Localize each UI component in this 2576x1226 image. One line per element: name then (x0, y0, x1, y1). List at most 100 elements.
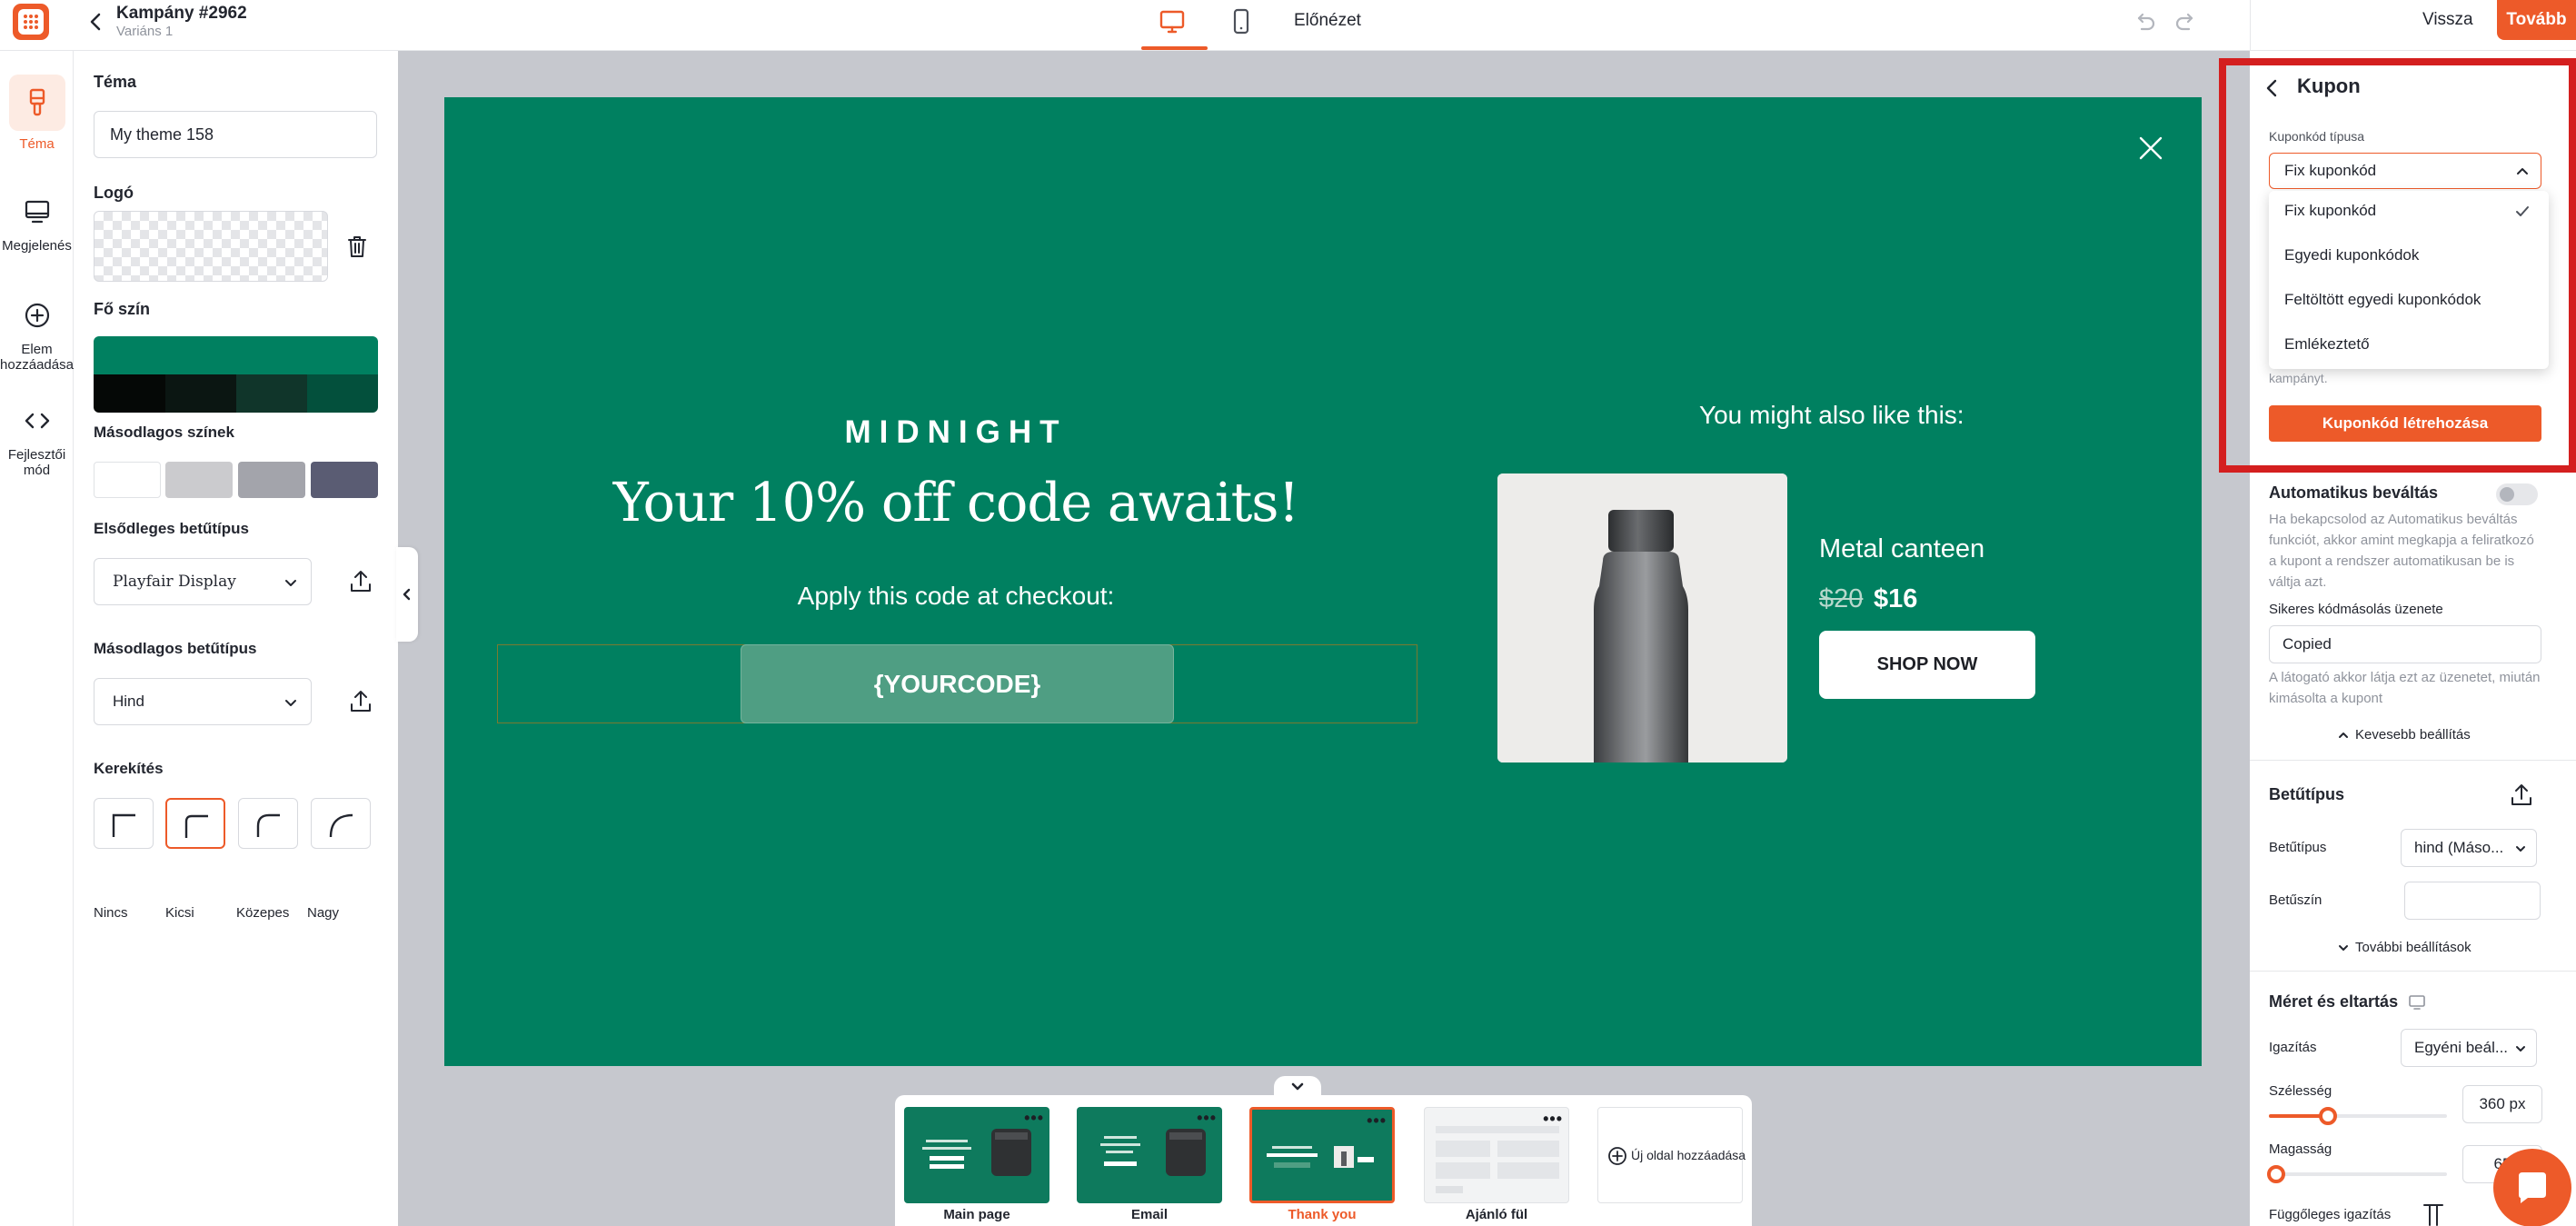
chevron-up-icon (2339, 733, 2348, 739)
page-thumb-main[interactable]: ••• (904, 1107, 1049, 1203)
copy-message-input[interactable]: Copied (2269, 625, 2541, 663)
main-color-shade[interactable] (307, 374, 378, 413)
primary-font-value: Playfair Display (113, 573, 236, 591)
undo-icon[interactable] (2130, 7, 2159, 36)
font-section-title: Betűtípus (2269, 785, 2344, 803)
plus-circle-icon (25, 303, 49, 328)
rail-item-developer-mode[interactable]: Fejlesztői mód (0, 405, 74, 478)
shop-now-button[interactable]: SHOP NOW (1819, 631, 2035, 699)
brand-logo-text[interactable]: MIDNIGHT (763, 414, 1149, 451)
theme-name-input[interactable]: My theme 158 (94, 111, 377, 158)
more-icon[interactable]: ••• (1543, 1110, 1563, 1129)
rail-item-theme[interactable]: Téma (0, 75, 74, 152)
logo-upload-area[interactable] (94, 211, 328, 282)
code-icon (25, 413, 49, 429)
align-top-icon[interactable] (2421, 1201, 2446, 1226)
rounding-option-none[interactable] (94, 798, 154, 849)
trash-icon[interactable] (343, 233, 371, 260)
less-settings-link[interactable]: Kevesebb beállítás (2337, 727, 2471, 743)
chevron-down-icon (2339, 945, 2348, 952)
preview-link[interactable]: Előnézet (1294, 11, 1361, 31)
align-label: Igazítás (2269, 1040, 2317, 1055)
more-icon[interactable]: ••• (1367, 1111, 1387, 1131)
rounding-label-none: Nincs (94, 905, 128, 921)
auto-redeem-description: Ha bekapcsolod az Automatikus beváltás f… (2269, 512, 2534, 590)
theme-settings-panel: Téma My theme 158 Logó Fő szín Másodlago… (75, 51, 398, 1226)
width-slider[interactable] (2269, 1107, 2447, 1125)
secondary-font-value: Hind (113, 693, 144, 710)
secondary-color-swatch[interactable] (94, 462, 161, 498)
theme-heading: Téma (94, 73, 137, 91)
logo-heading: Logó (94, 184, 134, 202)
topbar-divider (2250, 0, 2251, 51)
page-thumb-email[interactable]: ••• (1077, 1107, 1222, 1203)
product-old-price[interactable]: $20 (1819, 584, 1863, 614)
campaign-title: Kampány #2962 (116, 4, 247, 23)
rail-label-add-element: Elem hozzáadása (0, 342, 74, 373)
secondary-color-swatch[interactable] (238, 462, 305, 498)
more-icon[interactable]: ••• (1197, 1109, 1217, 1128)
coupon-code-box[interactable]: {YOURCODE} (741, 644, 1174, 723)
rail-item-add-element[interactable]: Elem hozzáadása (0, 300, 74, 373)
main-color-swatch[interactable] (94, 336, 378, 374)
height-slider-handle[interactable] (2267, 1165, 2285, 1183)
popup-headline[interactable]: Your 10% off code awaits! (509, 471, 1403, 533)
product-image[interactable] (1497, 473, 1787, 763)
product-name[interactable]: Metal canteen (1819, 534, 1984, 564)
upload-icon[interactable] (2508, 782, 2535, 809)
redo-icon[interactable] (2172, 7, 2201, 36)
secondary-color-swatch[interactable] (311, 462, 378, 498)
top-bar: Kampány #2962 Variáns 1 Előnézet Vissza … (0, 0, 2576, 51)
page-thumb-thank-you[interactable]: ••• (1249, 1107, 1395, 1203)
secondary-colors-heading: Másodlagos színek (94, 424, 234, 441)
rail-label-appearance: Megjelenés (2, 238, 72, 254)
page-label-teaser: Ajánló fül (1465, 1207, 1528, 1222)
page-label-thank-you: Thank you (1288, 1207, 1357, 1222)
secondary-font-select[interactable]: Hind (94, 678, 312, 725)
rounding-option-medium[interactable] (238, 798, 298, 849)
next-button[interactable]: Tovább (2497, 0, 2576, 40)
font-select[interactable]: hind (Máso... (2401, 829, 2537, 867)
desktop-view-icon[interactable] (1152, 5, 1192, 38)
chat-icon (2519, 1172, 2546, 1203)
back-arrow-icon[interactable] (84, 9, 109, 35)
main-color-shade[interactable] (94, 374, 165, 413)
recommendation-title[interactable]: You might also like this: (1699, 401, 1964, 430)
app-logo[interactable] (13, 4, 49, 40)
upload-icon[interactable] (347, 568, 374, 595)
rounding-option-small[interactable] (165, 798, 225, 849)
collapse-panel-button[interactable] (396, 547, 418, 642)
chevron-down-icon (2516, 1046, 2525, 1052)
secondary-color-swatch[interactable] (165, 462, 233, 498)
monitor-icon (25, 200, 49, 224)
page-thumb-teaser[interactable]: ••• (1424, 1107, 1569, 1203)
section-divider (2250, 760, 2576, 761)
font-color-picker[interactable] (2404, 882, 2541, 920)
main-color-heading: Fő szín (94, 300, 150, 318)
more-settings-link[interactable]: További beállítások (2337, 940, 2472, 955)
popup-subline[interactable]: Apply this code at checkout: (672, 582, 1239, 611)
auto-redeem-toggle[interactable] (2496, 483, 2538, 505)
chevron-left-icon (403, 588, 411, 601)
rounding-label-large: Nagy (307, 905, 340, 921)
mobile-view-icon[interactable] (1225, 5, 1258, 38)
main-color-shade[interactable] (236, 374, 307, 413)
chat-support-button[interactable] (2493, 1149, 2571, 1226)
vertical-align-label: Függőleges igazítás (2269, 1207, 2392, 1222)
add-page-button[interactable]: Új oldal hozzáadása (1597, 1107, 1746, 1203)
back-button[interactable]: Vissza (2422, 10, 2473, 30)
height-slider[interactable] (2267, 1165, 2447, 1183)
width-slider-handle[interactable] (2319, 1107, 2337, 1125)
align-select[interactable]: Egyéni beál... (2401, 1029, 2537, 1067)
primary-font-select[interactable]: Playfair Display (94, 558, 312, 605)
width-input[interactable]: 360 px (2462, 1085, 2542, 1123)
more-icon[interactable]: ••• (1024, 1109, 1044, 1128)
main-color-shade[interactable] (165, 374, 236, 413)
monitor-icon (2409, 995, 2425, 1011)
close-icon[interactable] (2137, 135, 2164, 162)
upload-icon[interactable] (347, 688, 374, 715)
rounding-option-large[interactable] (311, 798, 371, 849)
product-new-price[interactable]: $16 (1874, 584, 1917, 614)
variant-label: Variáns 1 (116, 24, 174, 39)
rail-item-appearance[interactable]: Megjelenés (0, 196, 74, 254)
